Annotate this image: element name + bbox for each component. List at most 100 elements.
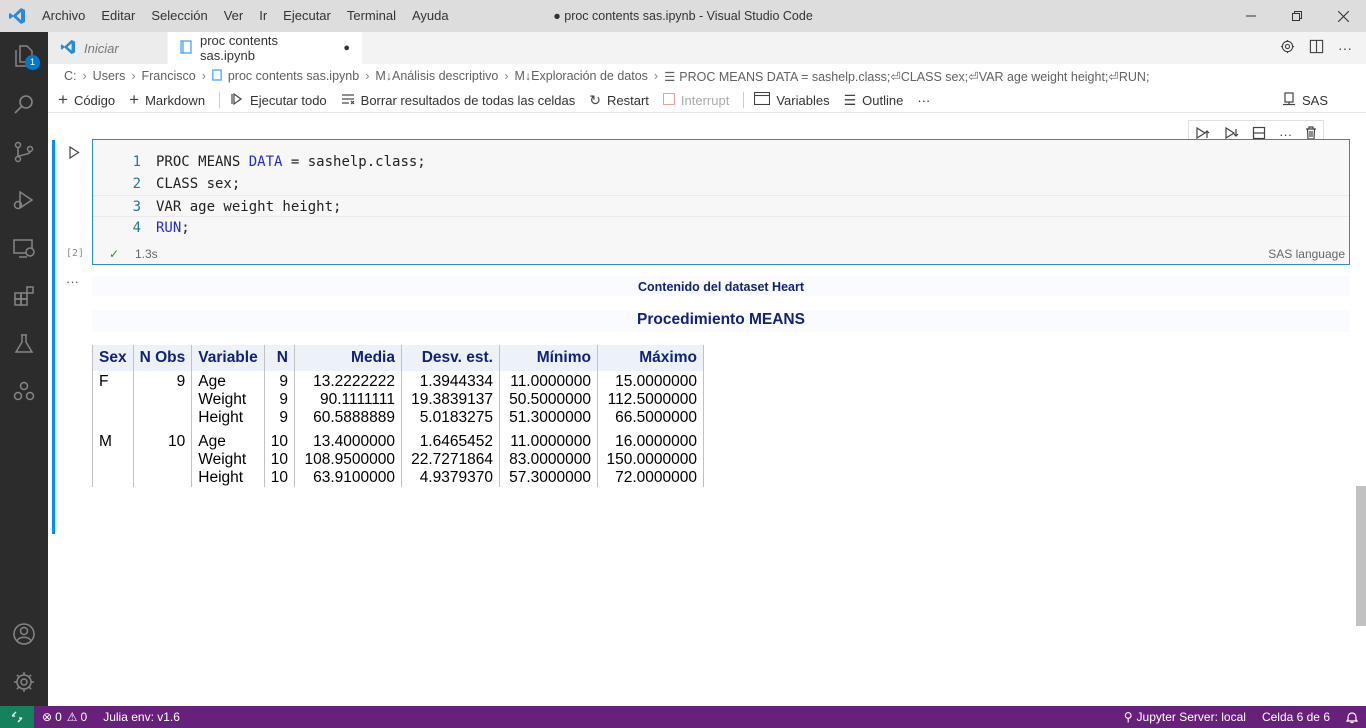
- cell-max: 15.0000000: [597, 371, 704, 391]
- menu-ejecutar[interactable]: Ejecutar: [275, 0, 339, 32]
- menu-ayuda[interactable]: Ayuda: [404, 0, 457, 32]
- remote-indicator-icon[interactable]: [0, 706, 34, 728]
- means-table: Sex N Obs Variable N Media Desv. est. Mí…: [92, 345, 704, 487]
- menu-ver[interactable]: Ver: [216, 0, 252, 32]
- source-control-icon[interactable]: [0, 128, 48, 176]
- chevron-right-icon: ›: [504, 69, 509, 83]
- settings-gear-icon[interactable]: [1280, 39, 1295, 57]
- cell-media: 63.9100000: [294, 469, 402, 487]
- output-more-button[interactable]: ···: [66, 274, 79, 289]
- explorer-icon[interactable]: 1: [0, 32, 48, 80]
- unsaved-dot-icon[interactable]: ●: [343, 42, 350, 54]
- menu-terminal[interactable]: Terminal: [339, 0, 404, 32]
- kernel-picker[interactable]: SAS: [1282, 88, 1328, 113]
- editor-actions: ···: [1280, 32, 1352, 64]
- menu-editar[interactable]: Editar: [93, 0, 143, 32]
- add-code-cell-button[interactable]: + Código: [58, 90, 115, 110]
- run-all-button[interactable]: Ejecutar todo: [230, 92, 327, 109]
- variables-icon: [754, 91, 771, 108]
- kernel-icon: [1282, 92, 1296, 109]
- cell-variable: Age: [191, 433, 265, 451]
- interrupt-button[interactable]: Interrupt: [662, 92, 729, 108]
- cell-media: 13.4000000: [294, 433, 402, 451]
- activity-bar: 1: [0, 32, 48, 706]
- more-toolbar-button[interactable]: ···: [917, 93, 930, 108]
- outline-list-icon: ☰: [843, 91, 857, 108]
- breadcrumb-item[interactable]: Francisco: [142, 69, 196, 83]
- cell-min: 11.0000000: [499, 371, 598, 391]
- cell-sex: F: [92, 371, 134, 391]
- cell-nobs: 9: [133, 371, 193, 391]
- clear-all-icon: [341, 92, 355, 109]
- cell-variable: Height: [191, 409, 265, 427]
- breadcrumb-item[interactable]: M↓Análisis descriptivo: [375, 69, 498, 83]
- plus-icon: +: [129, 90, 140, 109]
- cell-max: 112.5000000: [597, 391, 704, 409]
- search-icon[interactable]: [0, 80, 48, 128]
- breadcrumb-item[interactable]: C:: [64, 69, 77, 83]
- vertical-scrollbar[interactable]: [1356, 486, 1366, 626]
- breadcrumb: C: › Users › Francisco › proc contents s…: [48, 64, 1366, 88]
- jupyter-icon[interactable]: [0, 368, 48, 416]
- cell-max: 150.0000000: [597, 451, 704, 469]
- julia-env[interactable]: Julia env: v1.6: [95, 710, 188, 724]
- line-source: VAR age weight height;: [156, 199, 342, 215]
- run-cell-button[interactable]: [68, 145, 80, 162]
- notebook-file-icon: [180, 39, 192, 57]
- code-line: 2 CLASS sex;: [93, 173, 1349, 195]
- clear-all-outputs-button[interactable]: Borrar resultados de todas las celdas: [341, 92, 575, 109]
- remote-explorer-icon[interactable]: [0, 224, 48, 272]
- notifications-bell-icon[interactable]: [1338, 711, 1366, 724]
- toolbar-divider: [219, 92, 221, 108]
- close-button[interactable]: [1320, 0, 1366, 32]
- variables-button[interactable]: Variables: [754, 91, 830, 108]
- cell-nobs: [133, 409, 193, 427]
- line-number: 1: [132, 154, 141, 170]
- tab-iniciar[interactable]: Iniciar: [48, 32, 168, 64]
- cell-media: 108.9500000: [294, 451, 402, 469]
- chevron-right-icon: ›: [201, 69, 206, 83]
- breadcrumb-item[interactable]: proc contents sas.ipynb: [228, 69, 359, 83]
- header-desv: Desv. est.: [401, 345, 500, 371]
- cell-desv: 1.3944334: [401, 371, 500, 391]
- minimize-button[interactable]: [1228, 0, 1274, 32]
- menu-archivo[interactable]: Archivo: [34, 0, 93, 32]
- vscode-logo-icon: [0, 0, 34, 32]
- problems-indicator[interactable]: ⊗ 0 ⚠ 0: [34, 710, 95, 724]
- cell-variable: Height: [191, 469, 265, 487]
- warning-count: 0: [80, 710, 88, 724]
- notebook-toolbar: + Código + Markdown Ejecutar todo Borrar…: [48, 88, 1366, 113]
- cell-position[interactable]: Celda 6 de 6: [1254, 710, 1338, 724]
- restore-button[interactable]: [1274, 0, 1320, 32]
- breadcrumb-item[interactable]: PROC MEANS DATA = sashelp.class;⏎CLASS s…: [679, 69, 1149, 84]
- outline-button[interactable]: ☰ Outline: [844, 92, 904, 109]
- accounts-icon[interactable]: [0, 610, 48, 658]
- breadcrumb-item[interactable]: Users: [93, 69, 126, 83]
- menu-ir[interactable]: Ir: [251, 0, 275, 32]
- menu-seleccion[interactable]: Selección: [143, 0, 215, 32]
- run-debug-icon[interactable]: [0, 176, 48, 224]
- more-actions-icon[interactable]: ···: [1338, 40, 1352, 56]
- breadcrumb-item[interactable]: M↓Exploración de datos: [515, 69, 648, 83]
- jupyter-server-status[interactable]: ⚲ Jupyter Server: local: [1116, 710, 1254, 724]
- code-editor[interactable]: 1 PROC MEANS DATA = sashelp.class; 2 CLA…: [92, 139, 1350, 265]
- restart-button[interactable]: ↻ Restart: [589, 92, 649, 109]
- cell-n: 10: [264, 451, 295, 469]
- tab-notebook[interactable]: proc contents sas.ipynb ●: [168, 32, 363, 64]
- button-label: Variables: [776, 92, 830, 108]
- testing-icon[interactable]: [0, 320, 48, 368]
- cell-language[interactable]: SAS language: [1268, 247, 1345, 261]
- cell-min: 57.3000000: [499, 469, 598, 487]
- execution-duration: 1.3s: [135, 247, 158, 261]
- add-markdown-cell-button[interactable]: + Markdown: [129, 90, 205, 110]
- extensions-icon[interactable]: [0, 272, 48, 320]
- cell-desv: 1.6465452: [401, 433, 500, 451]
- editor-tabs: Iniciar proc contents sas.ipynb ● ···: [48, 32, 1366, 64]
- restart-icon: ↻: [589, 91, 602, 108]
- cell-variable: Age: [191, 371, 265, 391]
- cell-sex: M: [92, 433, 134, 451]
- jupyter-server-label: Jupyter Server: local: [1136, 710, 1246, 724]
- split-editor-icon[interactable]: [1309, 39, 1324, 57]
- stop-icon: [662, 92, 675, 108]
- manage-gear-icon[interactable]: [0, 658, 48, 706]
